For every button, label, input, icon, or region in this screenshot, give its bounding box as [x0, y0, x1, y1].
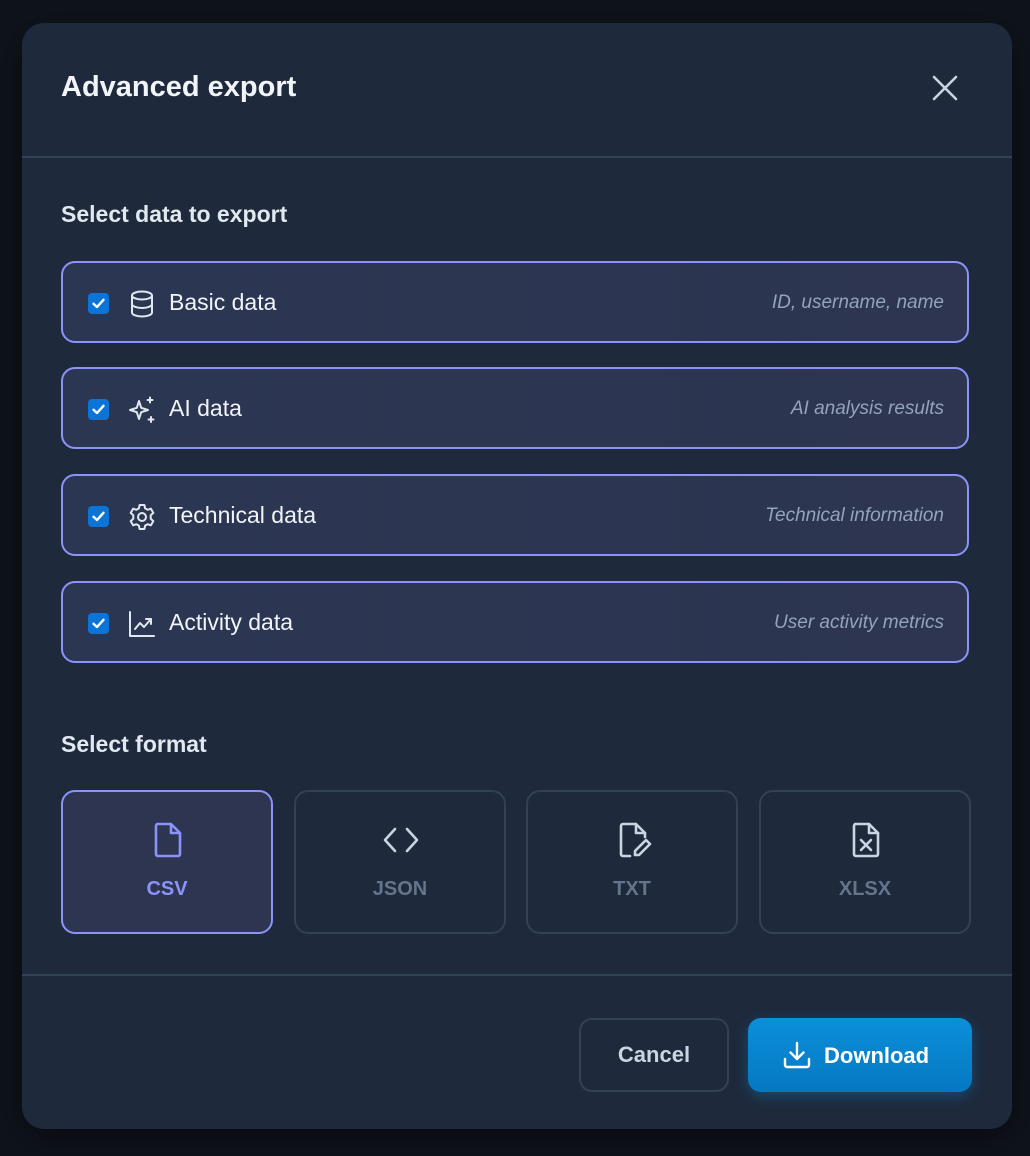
option-description: AI analysis results — [790, 398, 944, 419]
format-option-csv[interactable]: CSV — [61, 790, 273, 934]
file-icon — [154, 822, 182, 858]
technical-data-checkbox[interactable] — [88, 506, 109, 527]
option-activity-data[interactable]: Activity data User activity metrics — [61, 581, 969, 663]
option-description: Technical information — [765, 505, 944, 526]
format-label: XLSX — [838, 878, 892, 900]
activity-data-checkbox[interactable] — [88, 613, 109, 634]
checkmark-icon — [92, 404, 105, 415]
option-description: User activity metrics — [774, 612, 944, 633]
data-section-title: Select data to export — [61, 201, 288, 227]
download-label: Download — [824, 1043, 930, 1068]
format-option-txt[interactable]: TXT — [526, 790, 738, 934]
format-label: JSON — [372, 878, 428, 900]
option-description: ID, username, name — [771, 292, 944, 313]
close-button[interactable] — [926, 69, 964, 107]
option-label: Activity data — [169, 609, 293, 635]
trending-chart-icon — [129, 611, 155, 637]
option-label: AI data — [169, 395, 242, 421]
option-label: Basic data — [169, 289, 277, 315]
file-spreadsheet-icon — [852, 822, 880, 858]
format-label: TXT — [613, 878, 651, 900]
advanced-export-dialog: Advanced export Select data to export Ba… — [22, 23, 1012, 1129]
gear-icon — [129, 504, 155, 530]
option-basic-data[interactable]: Basic data ID, username, name — [61, 261, 969, 343]
option-ai-data[interactable]: AI data AI analysis results — [61, 367, 969, 449]
basic-data-checkbox[interactable] — [88, 293, 109, 314]
format-option-xlsx[interactable]: XLSX — [759, 790, 971, 934]
dialog-title: Advanced export — [61, 71, 297, 103]
download-icon — [783, 1041, 811, 1069]
download-button[interactable]: Download — [748, 1018, 972, 1092]
ai-data-checkbox[interactable] — [88, 399, 109, 420]
close-icon — [932, 75, 958, 101]
checkmark-icon — [92, 298, 105, 309]
file-edit-icon — [619, 822, 652, 858]
dialog-header: Advanced export — [22, 23, 1012, 158]
option-label: Technical data — [169, 502, 317, 528]
option-technical-data[interactable]: Technical data Technical information — [61, 474, 969, 556]
dialog-footer: Cancel Download — [22, 974, 1012, 1129]
database-icon — [131, 290, 153, 318]
format-section-title: Select format — [61, 731, 207, 757]
cancel-button[interactable]: Cancel — [579, 1018, 729, 1092]
format-option-json[interactable]: JSON — [294, 790, 506, 934]
sparkles-icon — [129, 396, 155, 423]
format-label: CSV — [146, 878, 188, 900]
checkmark-icon — [92, 618, 105, 629]
code-brackets-icon — [383, 827, 419, 853]
checkmark-icon — [92, 511, 105, 522]
